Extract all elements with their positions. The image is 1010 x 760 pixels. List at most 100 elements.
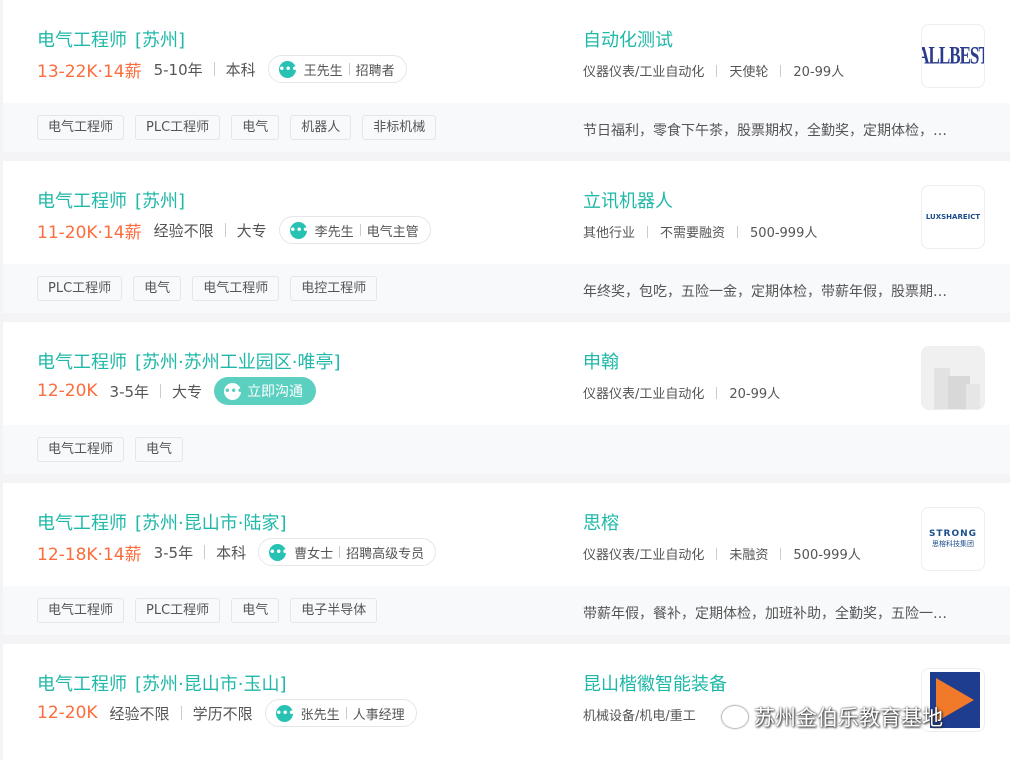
- divider: [647, 225, 649, 238]
- company-name-link[interactable]: 立讯机器人: [583, 187, 673, 213]
- company-logo-placeholder[interactable]: [921, 346, 985, 410]
- job-card-header[interactable]: 电气工程师 [苏州] 13-22K·14薪 5-10年 本科 ••• 王先生 招聘…: [3, 0, 1010, 103]
- recruiter-role: 人事经理: [352, 707, 405, 723]
- divider: [345, 707, 347, 719]
- divider: [780, 547, 782, 560]
- company-info: 仪器仪表/工业自动化 20-99人: [583, 383, 780, 402]
- divider: [348, 63, 350, 75]
- divider: [224, 223, 226, 237]
- wechat-icon: [722, 706, 748, 728]
- job-card[interactable]: 电气工程师 [苏州] 11-20K·14薪 经验不限 大专 ••• 李先生 电气主…: [3, 161, 1010, 313]
- recruiter-role: 招聘者: [355, 63, 395, 79]
- job-title[interactable]: 电气工程师: [37, 513, 127, 534]
- job-tag: PLC工程师: [37, 276, 123, 301]
- job-card[interactable]: 电气工程师 [苏州] 13-22K·14薪 5-10年 本科 ••• 王先生 招聘…: [3, 0, 1010, 152]
- company-industry: 其他行业: [583, 226, 636, 241]
- company-funding: 未融资: [729, 548, 769, 563]
- job-title[interactable]: 电气工程师: [37, 191, 127, 212]
- job-area[interactable]: [苏州]: [135, 30, 185, 51]
- company-info: 其他行业 不需要融资 500-999人: [583, 222, 817, 241]
- company-info: 机械设备/机电/重工: [583, 705, 696, 724]
- logo-subtext: 思榕科技集团: [932, 540, 974, 548]
- recruiter-chip[interactable]: ••• 李先生 电气主管: [278, 216, 431, 244]
- recruiter-name: 王先生: [303, 63, 343, 79]
- job-tag: PLC工程师: [135, 115, 221, 140]
- job-tag: 电气工程师: [192, 276, 280, 301]
- job-tag: 电气: [135, 437, 184, 462]
- welfare-text: 年终奖，包吃，五险一金，定期体检，带薪年假，股票期…: [583, 284, 947, 300]
- building-icon: [934, 368, 980, 409]
- divider: [204, 545, 206, 559]
- experience: 3-5年: [109, 382, 150, 401]
- job-title-link[interactable]: 电气工程师 [苏州]: [37, 187, 185, 213]
- job-card-header[interactable]: 电气工程师 [苏州] 11-20K·14薪 经验不限 大专 ••• 李先生 电气主…: [3, 161, 1010, 264]
- education: 大专: [236, 221, 267, 240]
- job-tag: 电气: [133, 276, 182, 301]
- recruiter-role: 电气主管: [366, 224, 419, 240]
- job-title[interactable]: 电气工程师: [37, 674, 127, 695]
- chat-now-label: 立即沟通: [247, 384, 304, 400]
- company-size: 20-99人: [793, 65, 845, 80]
- job-title-link[interactable]: 电气工程师 [苏州·昆山市·陆家]: [37, 509, 287, 535]
- job-card-footer: 电气工程师 PLC工程师 电气 电子半导体 带薪年假，餐补，定期体检，加班补助，…: [3, 586, 1010, 635]
- job-info: 11-20K·14薪 经验不限 大专 ••• 李先生 电气主管: [37, 215, 431, 245]
- job-title[interactable]: 电气工程师: [37, 352, 127, 373]
- divider: [180, 706, 182, 720]
- job-tag: 电气: [231, 598, 280, 623]
- job-card[interactable]: 电气工程师 [苏州·昆山市·陆家] 12-18K·14薪 3-5年 本科 ••• …: [3, 483, 1010, 635]
- chat-bubble-icon: •••: [269, 543, 288, 561]
- education: 本科: [225, 60, 256, 79]
- salary: 13-22K·14薪: [37, 61, 142, 82]
- job-area[interactable]: [苏州·昆山市·陆家]: [135, 513, 287, 534]
- job-area[interactable]: [苏州·昆山市·玉山]: [135, 674, 287, 695]
- job-title-link[interactable]: 电气工程师 [苏州·苏州工业园区·唯亭]: [37, 348, 341, 374]
- logo-text: ALLBEST: [922, 41, 985, 70]
- job-title[interactable]: 电气工程师: [37, 30, 127, 51]
- job-tag: 非标机械: [362, 115, 437, 140]
- company-logo[interactable]: STRONG 思榕科技集团: [921, 507, 985, 571]
- job-tag: 机器人: [290, 115, 352, 140]
- company-industry: 仪器仪表/工业自动化: [583, 387, 705, 402]
- tag-list: 电气工程师 电气: [37, 437, 194, 462]
- divider: [213, 62, 215, 76]
- job-title-link[interactable]: 电气工程师 [苏州·昆山市·玉山]: [37, 670, 287, 696]
- tag-list: PLC工程师 电气 电气工程师 电控工程师: [37, 276, 388, 301]
- company-logo[interactable]: LUXSHAREICT: [921, 185, 985, 249]
- job-card-header[interactable]: 电气工程师 [苏州·昆山市·陆家] 12-18K·14薪 3-5年 本科 ••• …: [3, 483, 1010, 586]
- company-info: 仪器仪表/工业自动化 天使轮 20-99人: [583, 61, 844, 80]
- job-area[interactable]: [苏州·苏州工业园区·唯亭]: [135, 352, 341, 373]
- divider: [716, 547, 718, 560]
- company-funding: 天使轮: [729, 65, 769, 80]
- job-title-link[interactable]: 电气工程师 [苏州]: [37, 26, 185, 52]
- company-name-link[interactable]: 昆山楷徽智能装备: [583, 670, 727, 696]
- divider: [716, 64, 718, 77]
- salary: 12-20K: [37, 703, 98, 723]
- company-name-link[interactable]: 自动化测试: [583, 26, 673, 52]
- job-card-footer: 电气工程师 电气: [3, 425, 1010, 474]
- recruiter-name: 曹女士: [294, 546, 334, 562]
- watermark-text: 苏州金伯乐教育基地: [754, 706, 943, 730]
- job-card[interactable]: 电气工程师 [苏州·苏州工业园区·唯亭] 12-20K 3-5年 大专 ••• 立…: [3, 322, 1010, 474]
- company-size: 500-999人: [750, 226, 818, 241]
- company-funding: 不需要融资: [660, 226, 726, 241]
- welfare-text: 带薪年假，餐补，定期体检，加班补助，全勤奖，五险一…: [583, 606, 947, 622]
- education: 大专: [172, 382, 203, 401]
- job-card-footer: 电气工程师 PLC工程师 电气 机器人 非标机械 节日福利，零食下午茶，股票期权…: [3, 103, 1010, 152]
- recruiter-name: 李先生: [314, 224, 354, 240]
- tag-list: 电气工程师 PLC工程师 电气 机器人 非标机械: [37, 115, 447, 140]
- chat-now-button[interactable]: ••• 立即沟通: [214, 377, 317, 405]
- company-name-link[interactable]: 申翰: [583, 348, 619, 374]
- recruiter-chip[interactable]: ••• 张先生 人事经理: [264, 699, 417, 727]
- company-logo[interactable]: ALLBEST: [921, 24, 985, 88]
- job-tag: 电气: [231, 115, 280, 140]
- company-name-link[interactable]: 思榕: [583, 509, 619, 535]
- job-card-header[interactable]: 电气工程师 [苏州·苏州工业园区·唯亭] 12-20K 3-5年 大专 ••• 立…: [3, 322, 1010, 425]
- welfare-text: 节日福利，零食下午茶，股票期权，全勤奖，定期体检，…: [583, 123, 947, 139]
- experience: 经验不限: [153, 221, 214, 240]
- job-card-footer: PLC工程师 电气 电气工程师 电控工程师 年终奖，包吃，五险一金，定期体检，带…: [3, 264, 1010, 313]
- job-area[interactable]: [苏州]: [135, 191, 185, 212]
- education: 本科: [216, 543, 247, 562]
- experience: 5-10年: [153, 60, 203, 79]
- recruiter-chip[interactable]: ••• 曹女士 招聘高级专员: [258, 538, 437, 566]
- recruiter-chip[interactable]: ••• 王先生 招聘者: [267, 55, 407, 83]
